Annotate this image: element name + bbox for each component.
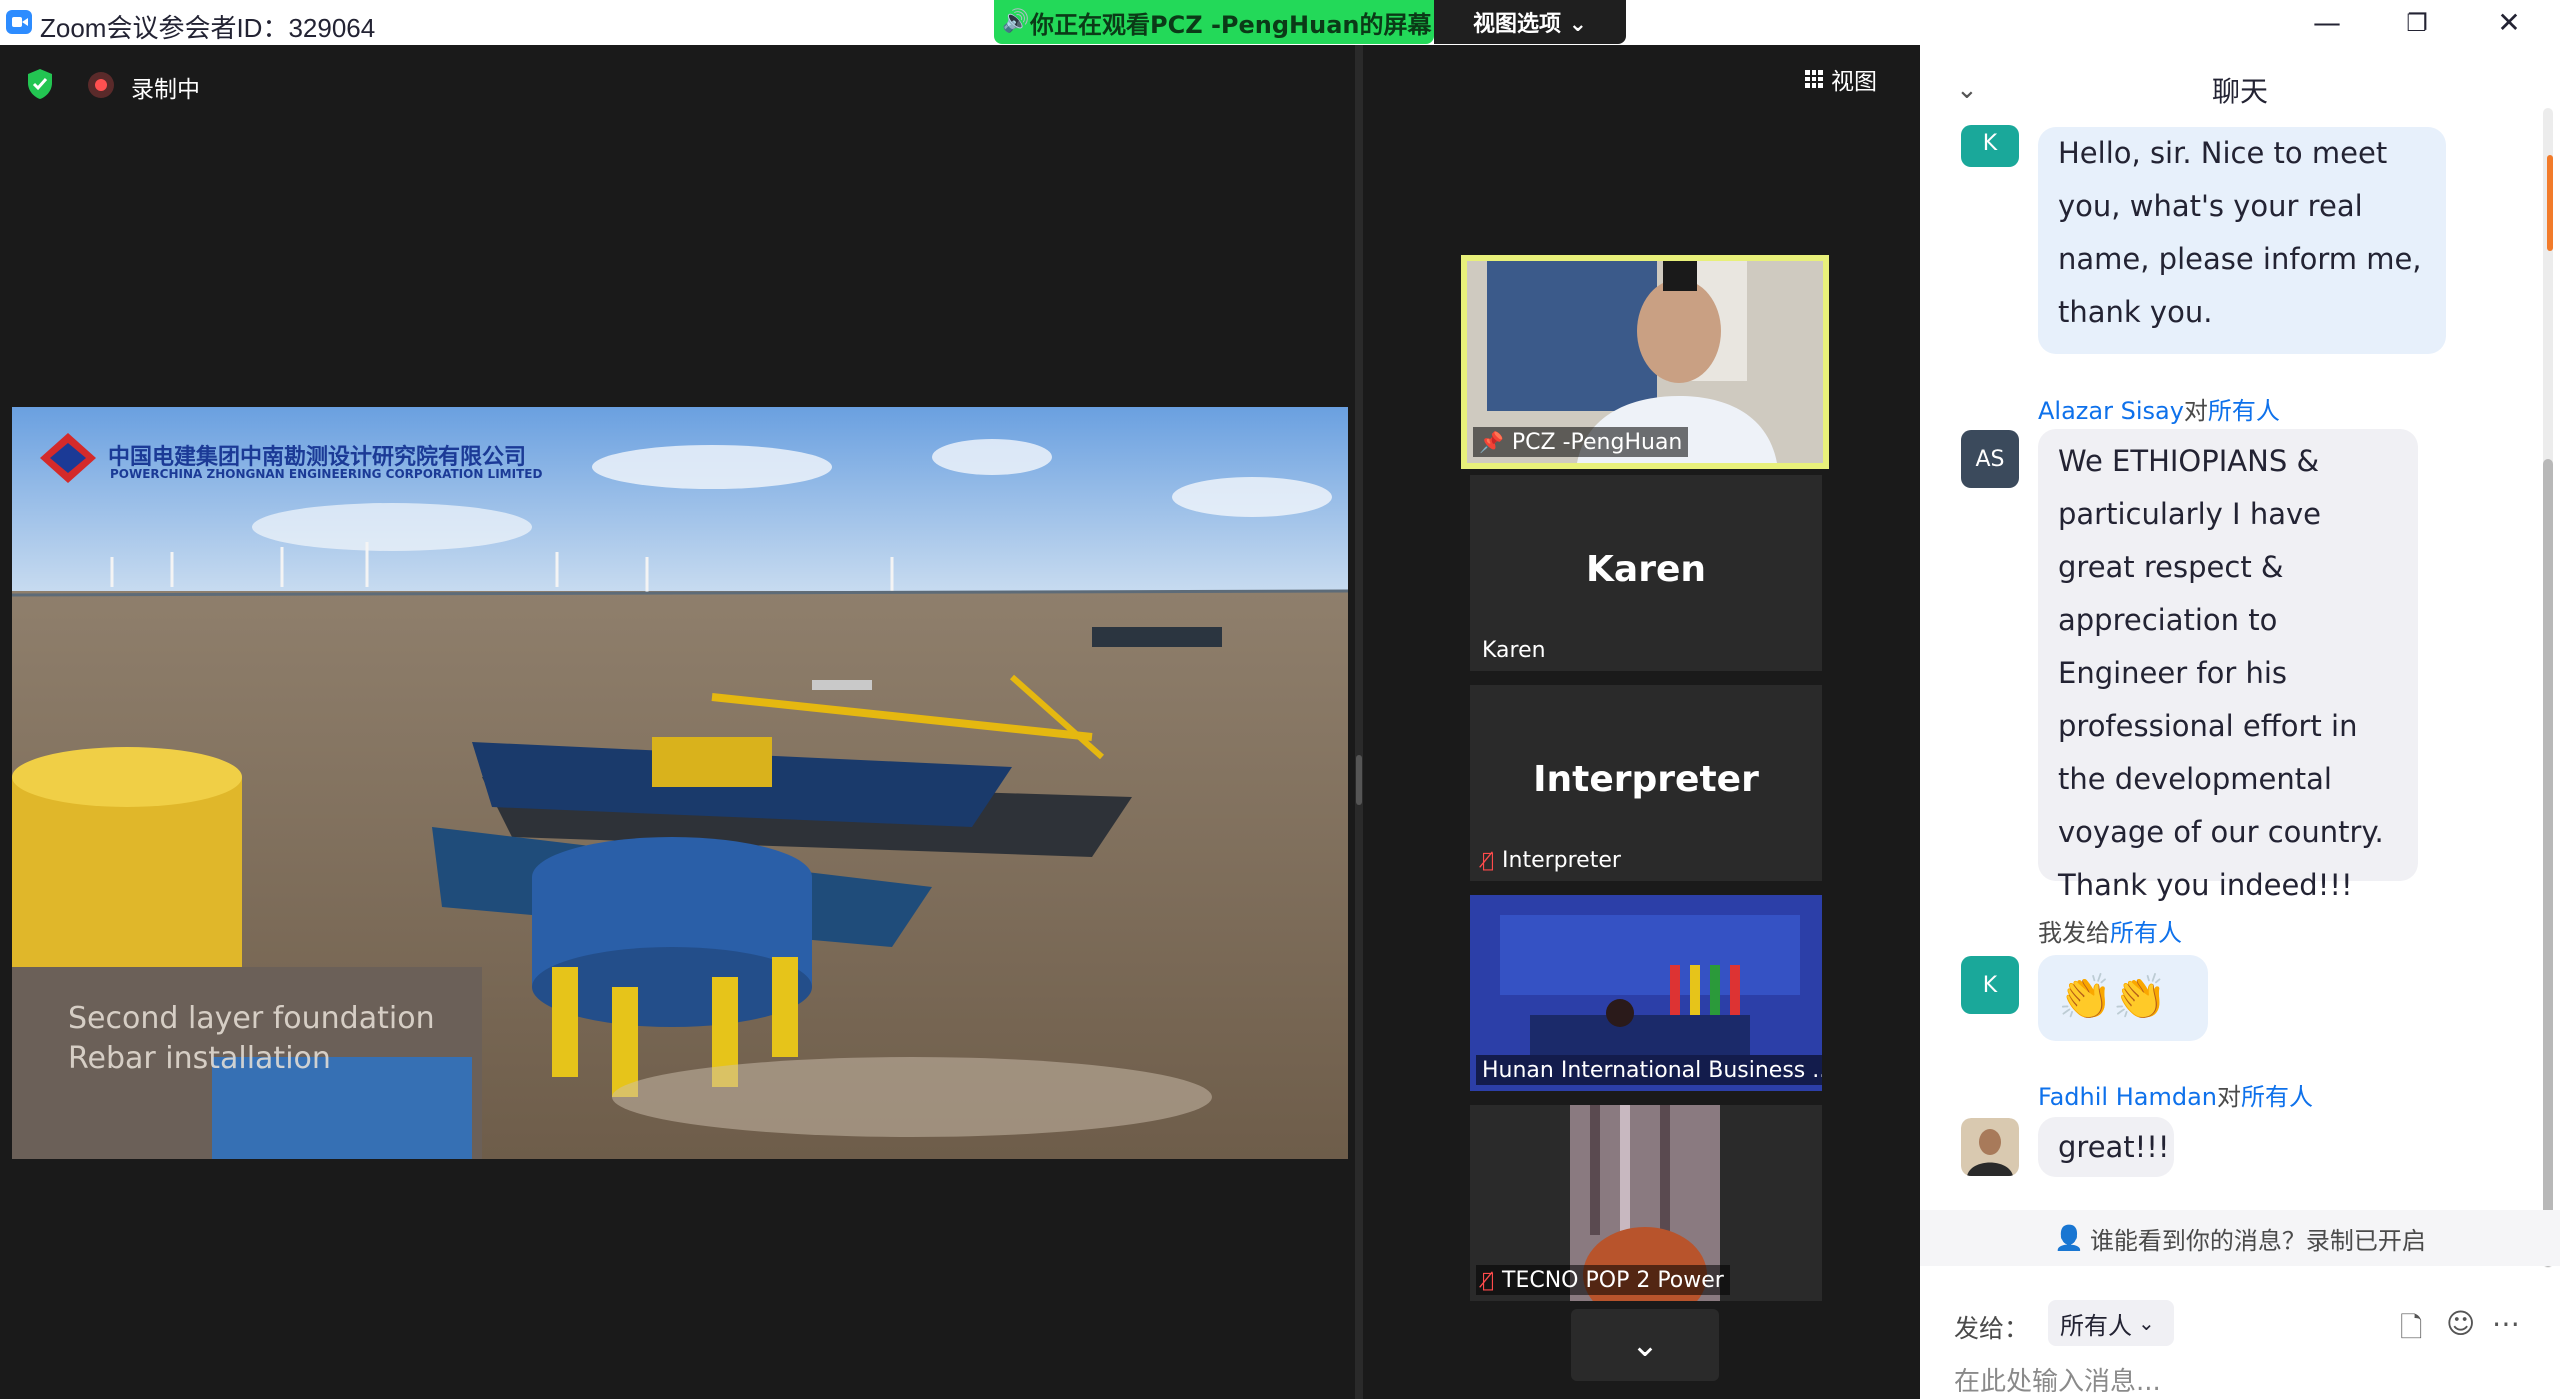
privacy-notice-text: 谁能看到你的消息？录制已开启 (2089, 1226, 2426, 1255)
chat-scroll-indicator (2547, 155, 2553, 251)
restore-button[interactable]: ❐ (2372, 0, 2462, 45)
file-icon[interactable]: 🗋 (2400, 1307, 2423, 1355)
company-name-en: POWERCHINA ZHONGNAN ENGINEERING CORPORAT… (110, 467, 543, 481)
view-options-button[interactable]: 视图选项 ⌄ (1434, 0, 1626, 44)
view-button[interactable]: 视图 (1805, 61, 1895, 97)
chat-title: 聊天 (2211, 75, 2268, 108)
chat-message-bubble: We ETHIOPIANS & particularly I have grea… (2038, 429, 2418, 902)
sender-name[interactable]: Fadhil Hamdan (2038, 1083, 2217, 1111)
chevron-down-icon: ⌄ (2138, 1311, 2155, 1335)
avatar[interactable]: AS (1961, 430, 2019, 488)
send-to-label: 发给： (1954, 1314, 2030, 1343)
participant-big-name: Karen (1586, 549, 1706, 590)
participant-big-name: Interpreter (1533, 759, 1759, 800)
chat-input-field[interactable]: 在此处输入消息... (1954, 1361, 2161, 1398)
collapse-chevron-icon[interactable]: ⌄ (1956, 75, 1978, 105)
sender-recipient[interactable]: 所有人 (2241, 1083, 2313, 1111)
participant-tile-interpreter[interactable]: Interpreter 🎙̸ Interpreter (1470, 685, 1822, 881)
mic-muted-icon: 🎙̸ (1482, 1268, 1495, 1292)
sender-name: 我发给 (2038, 919, 2110, 947)
video-caption-line1: Second layer foundation (68, 1001, 435, 1036)
powerchina-logo (40, 433, 96, 483)
participant-name-label: Hunan International Business ... (1476, 1055, 1822, 1085)
more-icon[interactable]: ⋯ (2492, 1307, 2520, 1340)
chat-sender: Alazar Sisay对所有人 (2038, 391, 2280, 426)
emoji-icon[interactable]: ☺ (2446, 1307, 2475, 1340)
participant-name-label: 🎙̸ Interpreter (1482, 847, 1621, 873)
recording-label: 录制中 (131, 77, 200, 103)
avatar[interactable]: K (1961, 956, 2019, 1014)
chat-sender: Fadhil Hamdan对所有人 (2038, 1077, 2313, 1112)
chat-header: ⌄ 聊天 (1920, 45, 2560, 135)
participant-tile-hunan[interactable]: Hunan International Business ... (1470, 895, 1822, 1091)
screen-share-banner: 🔊 你正在观看PCZ -PengHuan的屏幕 (994, 0, 1434, 44)
recording-icon[interactable] (88, 72, 114, 98)
zoom-app-icon (6, 10, 32, 34)
scroll-down-chevron-icon[interactable]: ⌄ (1571, 1309, 1719, 1381)
who-can-see-icon: 👤 (2054, 1224, 2084, 1252)
security-shield-icon[interactable] (26, 68, 54, 100)
participant-tile-karen[interactable]: Karen Karen (1470, 475, 1822, 671)
mic-muted-icon: 🎙̸ (1482, 848, 1495, 872)
privacy-notice-bar[interactable]: 👤 谁能看到你的消息？录制已开启 (1920, 1210, 2560, 1266)
sender-recipient[interactable]: 所有人 (2208, 397, 2280, 425)
window-title: Zoom会议参会者ID：329064 (40, 13, 376, 43)
panel-divider[interactable] (1355, 45, 1363, 1399)
close-button[interactable]: ✕ (2464, 0, 2554, 45)
avatar[interactable]: K (1961, 125, 2019, 167)
speaker-icon: 🔊 (1002, 9, 1030, 34)
grid-view-icon (1805, 70, 1823, 88)
chat-message-bubble: 👏👏 (2038, 955, 2208, 1041)
video-caption-line2: Rebar installation (68, 1041, 331, 1076)
sender-recipient[interactable]: 所有人 (2110, 919, 2182, 947)
send-to-dropdown[interactable]: 所有人 ⌄ (2048, 1300, 2174, 1346)
participant-tile-penghuan[interactable]: 📌 PCZ -PengHuan (1461, 255, 1829, 469)
meeting-area: 录制中 视图 中国电建集团中南勘测设计研究院有限公司 POWERCHINA ZH… (0, 45, 1920, 1399)
chat-scrollbar-thumb[interactable] (2543, 459, 2553, 1267)
participant-name-label: 📌 PCZ -PengHuan (1473, 427, 1689, 457)
chat-sender: 我发给所有人 (2038, 913, 2182, 948)
avatar-photo[interactable] (1961, 1118, 2019, 1176)
participant-name-label: Karen (1482, 637, 1546, 663)
shared-screen: 中国电建集团中南勘测设计研究院有限公司 POWERCHINA ZHONGNAN … (12, 407, 1348, 1159)
sender-to-prefix: 对 (2217, 1083, 2242, 1111)
share-banner-text: 你正在观看PCZ -PengHuan的屏幕 (1030, 10, 1432, 39)
sender-name[interactable]: Alazar Sisay (2038, 397, 2184, 425)
view-label: 视图 (1831, 69, 1877, 95)
pin-icon: 📌 (1479, 430, 1504, 454)
minimize-button[interactable]: — (2282, 0, 2372, 45)
sender-to-prefix: 对 (2183, 397, 2208, 425)
participant-name-label: 🎙̸ TECNO POP 2 Power (1476, 1265, 1730, 1295)
chat-message-bubble: Hello, sir. Nice to meet you, what's you… (2038, 127, 2446, 354)
chat-message-bubble: great!!! (2038, 1117, 2174, 1177)
divider-handle[interactable] (1356, 755, 1362, 805)
chat-panel: ⌄ 聊天 K Hello, sir. Nice to meet you, wha… (1920, 45, 2560, 1399)
participant-tile-tecno[interactable]: 🎙̸ TECNO POP 2 Power (1470, 1105, 1822, 1301)
